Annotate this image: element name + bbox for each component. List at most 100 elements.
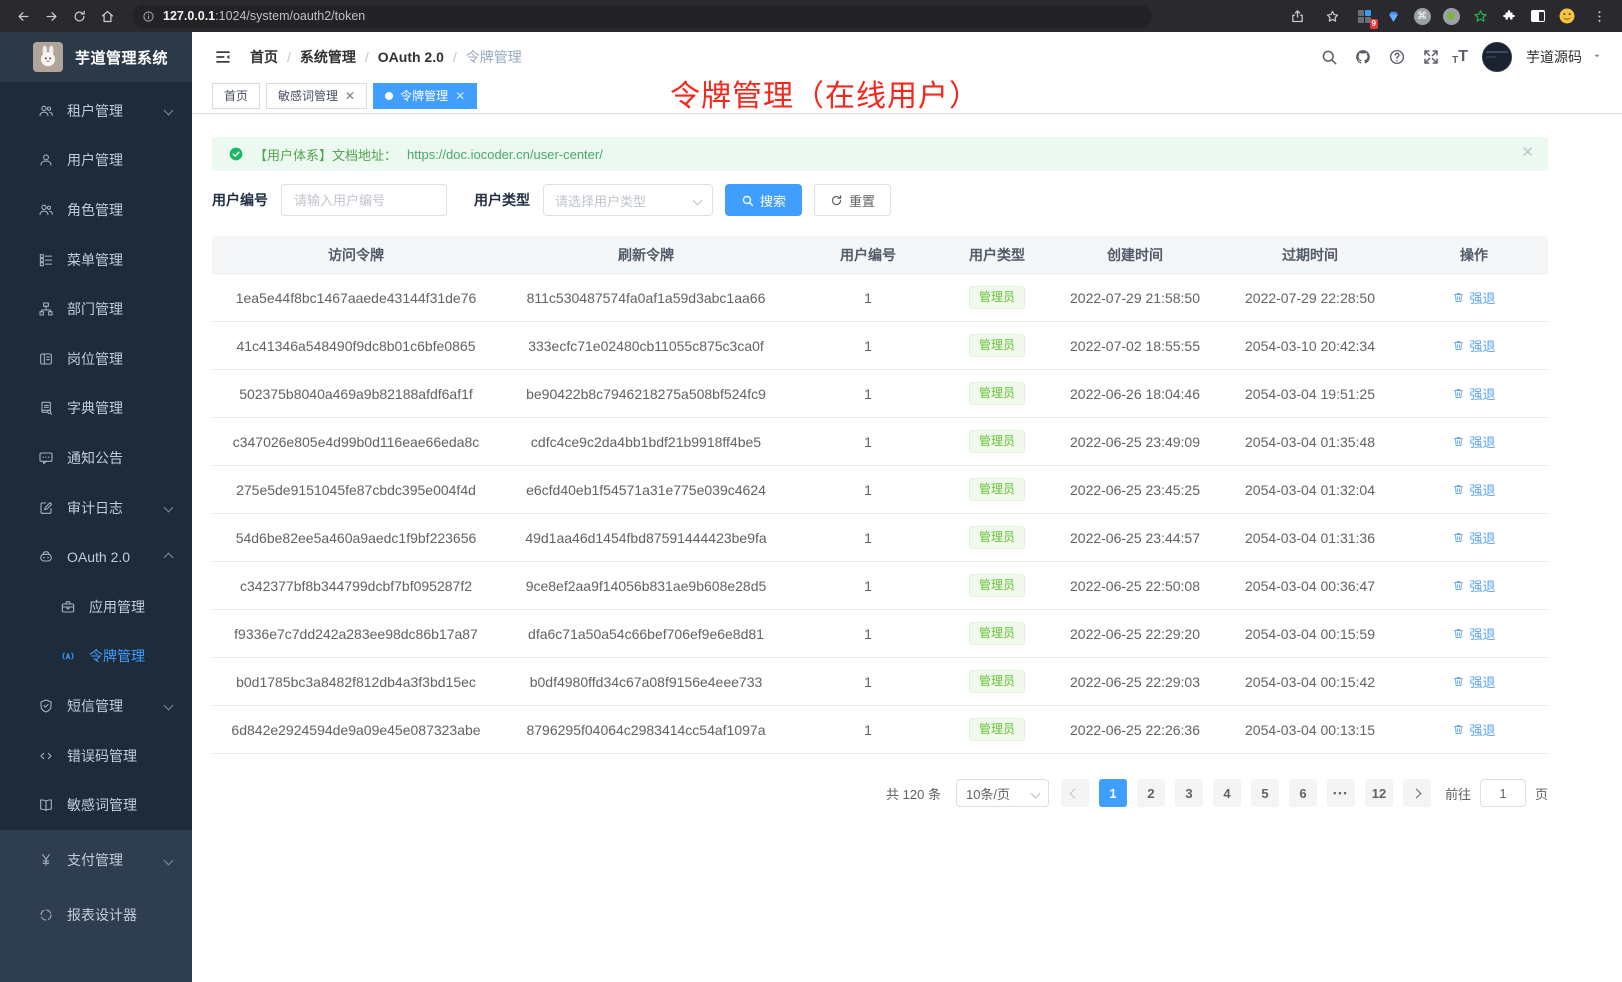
browser-chrome: 127.0.0.1:1024/system/oauth2/token 9 ⌘ <box>0 0 1622 32</box>
force-logout-button[interactable]: 强退 <box>1452 432 1495 451</box>
action-cell: 强退 <box>1400 720 1548 739</box>
browser-reload-button[interactable] <box>66 4 92 28</box>
sidebar-item-dict[interactable]: 字典管理 <box>0 384 192 434</box>
fullscreen-button[interactable] <box>1418 44 1444 70</box>
tenant-icon <box>38 103 54 119</box>
force-logout-button[interactable]: 强退 <box>1452 336 1495 355</box>
force-logout-label: 强退 <box>1469 576 1495 595</box>
sidebar-item-report-designer[interactable]: 报表设计器 <box>0 888 192 943</box>
extension-record-icon[interactable] <box>1441 6 1461 26</box>
extension-tabs-icon[interactable]: 9 <box>1354 6 1374 26</box>
force-logout-button[interactable]: 强退 <box>1452 384 1495 403</box>
extension-green-star-icon[interactable] <box>1470 6 1490 26</box>
user-avatar[interactable] <box>1482 42 1512 72</box>
page-button-3[interactable]: 3 <box>1175 779 1203 807</box>
reset-button[interactable]: 重置 <box>814 184 891 216</box>
filter-bar: 用户编号 用户类型 请选择用户类型 搜索 重置 <box>212 184 1548 216</box>
user-id-input[interactable] <box>281 184 447 216</box>
sidebar-item-user[interactable]: 用户管理 <box>0 136 192 186</box>
force-logout-button[interactable]: 强退 <box>1452 480 1495 499</box>
breadcrumb-item[interactable]: 系统管理 <box>300 47 356 67</box>
sidebar-item-oauth2-app[interactable]: 应用管理 <box>0 582 192 632</box>
share-button[interactable] <box>1284 4 1310 28</box>
user-type-badge: 管理员 <box>969 478 1025 501</box>
browser-back-button[interactable] <box>10 4 36 28</box>
sidebar-item-dept[interactable]: 部门管理 <box>0 284 192 334</box>
audit-log-icon <box>38 500 54 516</box>
force-logout-button[interactable]: 强退 <box>1452 288 1495 307</box>
url-bar[interactable]: 127.0.0.1:1024/system/oauth2/token <box>132 5 1152 28</box>
github-button[interactable] <box>1350 44 1376 70</box>
profile-avatar-icon[interactable] <box>1557 6 1577 26</box>
menu-icon <box>38 252 54 268</box>
tab-token[interactable]: 令牌管理✕ <box>373 83 477 109</box>
create-time-cell: 2022-06-25 22:29:03 <box>1050 674 1220 690</box>
app-logo[interactable]: 芋道管理系统 <box>0 32 192 82</box>
expire-time-cell: 2054-03-10 20:42:34 <box>1220 338 1400 354</box>
font-size-button[interactable]: TT <box>1452 48 1468 66</box>
side-panel-icon[interactable] <box>1528 6 1548 26</box>
prev-page-button[interactable] <box>1061 779 1089 807</box>
extension-gem-icon[interactable] <box>1383 6 1403 26</box>
extension-command-icon[interactable]: ⌘ <box>1412 6 1432 26</box>
expire-time-cell: 2054-03-04 00:36:47 <box>1220 578 1400 594</box>
force-logout-button[interactable]: 强退 <box>1452 576 1495 595</box>
pay-icon <box>38 852 54 868</box>
page-size-select[interactable]: 10条/页 <box>956 779 1049 807</box>
tab-sensitive-word[interactable]: 敏感词管理✕ <box>266 83 367 109</box>
site-info-icon[interactable] <box>142 10 155 23</box>
sidebar-item-notice[interactable]: 通知公告 <box>0 433 192 483</box>
action-cell: 强退 <box>1400 288 1548 307</box>
sidebar-item-post[interactable]: 岗位管理 <box>0 334 192 384</box>
page-button-12[interactable]: 12 <box>1365 779 1393 807</box>
sidebar-collapse-button[interactable] <box>210 44 236 70</box>
next-page-button[interactable] <box>1403 779 1431 807</box>
search-button[interactable] <box>1316 44 1342 70</box>
sidebar-item-role[interactable]: 角色管理 <box>0 185 192 235</box>
create-time-cell: 2022-06-25 23:49:09 <box>1050 434 1220 450</box>
sidebar-item-audit-log[interactable]: 审计日志 <box>0 483 192 533</box>
page-button-5[interactable]: 5 <box>1251 779 1279 807</box>
browser-menu-button[interactable] <box>1586 4 1612 28</box>
sidebar-item-errcode[interactable]: 错误码管理 <box>0 731 192 781</box>
action-cell: 强退 <box>1400 624 1548 643</box>
page-button-1[interactable]: 1 <box>1099 779 1127 807</box>
force-logout-button[interactable]: 强退 <box>1452 624 1495 643</box>
force-logout-button[interactable]: 强退 <box>1452 672 1495 691</box>
user-name[interactable]: 芋道源码 <box>1526 47 1582 67</box>
force-logout-button[interactable]: 强退 <box>1452 528 1495 547</box>
user-type-select[interactable]: 请选择用户类型 <box>543 184 713 216</box>
browser-forward-button[interactable] <box>38 4 64 28</box>
breadcrumb-item[interactable]: OAuth 2.0 <box>378 49 444 65</box>
force-logout-button[interactable]: 强退 <box>1452 720 1495 739</box>
page-button-more[interactable]: ••• <box>1327 779 1355 807</box>
browser-home-button[interactable] <box>94 4 120 28</box>
goto-page-input[interactable] <box>1480 779 1526 807</box>
sidebar-item-sms[interactable]: 短信管理 <box>0 681 192 731</box>
extension-puzzle-icon[interactable] <box>1499 6 1519 26</box>
help-button[interactable] <box>1384 44 1410 70</box>
sidebar-item-tenant[interactable]: 租户管理 <box>0 86 192 136</box>
user-menu-caret-icon[interactable] <box>1592 48 1602 66</box>
doc-link[interactable]: https://doc.iocoder.cn/user-center/ <box>407 147 603 162</box>
sidebar-item-oauth2-token[interactable]: 令牌管理 <box>0 632 192 682</box>
tab-close-icon[interactable]: ✕ <box>455 89 465 103</box>
page-button-4[interactable]: 4 <box>1213 779 1241 807</box>
tab-home[interactable]: 首页 <box>212 83 260 109</box>
trash-icon <box>1452 723 1465 736</box>
sidebar-item-sensitive-word[interactable]: 敏感词管理 <box>0 780 192 830</box>
sidebar: 芋道管理系统 租户管理用户管理角色管理菜单管理部门管理岗位管理字典管理通知公告审… <box>0 32 192 982</box>
access-token-cell: 275e5de9151045fe87cbdc395e004f4d <box>212 482 500 498</box>
column-header: 刷新令牌 <box>500 245 792 265</box>
page-button-2[interactable]: 2 <box>1137 779 1165 807</box>
page-button-6[interactable]: 6 <box>1289 779 1317 807</box>
search-submit-button[interactable]: 搜索 <box>725 184 802 216</box>
alert-close-icon[interactable]: ✕ <box>1521 145 1534 160</box>
logo-image <box>33 42 63 72</box>
tab-close-icon[interactable]: ✕ <box>345 89 355 103</box>
bookmark-star-button[interactable] <box>1319 4 1345 28</box>
sidebar-item-pay[interactable]: 支付管理 <box>0 833 192 888</box>
sidebar-item-oauth2[interactable]: OAuth 2.0 <box>0 532 192 582</box>
sidebar-item-menu[interactable]: 菜单管理 <box>0 235 192 285</box>
breadcrumb-item[interactable]: 首页 <box>250 47 278 67</box>
